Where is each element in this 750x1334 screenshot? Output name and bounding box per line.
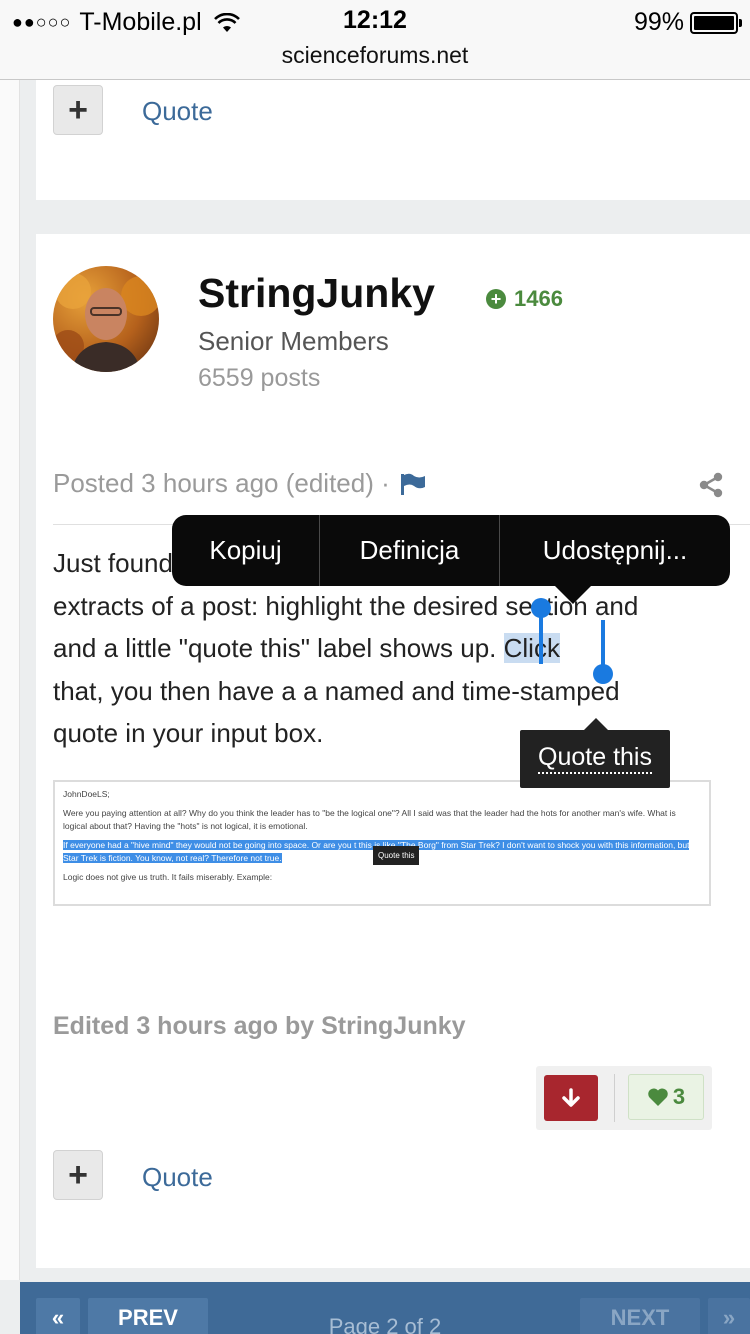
copy-menu-item[interactable]: Kopiuj: [172, 515, 319, 586]
pagination-bar: « PREV Page 2 of 2 NEXT »: [20, 1282, 750, 1334]
post-timestamp: Posted 3 hours ago (edited) ·: [53, 468, 426, 499]
next-page-button[interactable]: NEXT: [580, 1298, 700, 1334]
quote-this-label: Quote this: [538, 744, 652, 774]
selected-text[interactable]: Click: [503, 633, 560, 663]
avatar[interactable]: [53, 266, 159, 372]
shot-line: JohnDoeLS;: [63, 789, 110, 799]
quote-link[interactable]: Quote: [142, 96, 213, 127]
battery-icon: [690, 11, 742, 34]
arrow-down-icon: [562, 1088, 580, 1107]
quote-link[interactable]: Quote: [142, 1162, 213, 1193]
shot-line: Logic does not give us truth. It fails m…: [63, 872, 273, 882]
reactions-bar: 3: [536, 1066, 712, 1130]
shot-line: Were you paying attention at all? Why do…: [63, 808, 676, 831]
downvote-button[interactable]: [544, 1075, 598, 1121]
multiquote-add-button[interactable]: +: [53, 1150, 103, 1200]
post-count: 6559 posts: [198, 364, 321, 392]
battery-status: 99%: [633, 8, 742, 37]
page-gutter: [0, 80, 20, 1280]
reaction-separator: [614, 1074, 615, 1122]
post-line: and a little "quote this" label shows up…: [53, 627, 713, 670]
posted-label[interactable]: Posted 3 hours ago (edited) ·: [53, 468, 390, 499]
reputation-badge: + 1466: [486, 286, 563, 312]
edited-note: Edited 3 hours ago by StringJunky: [53, 1012, 466, 1040]
post-line: that, you then have a a named and time-s…: [53, 675, 620, 706]
quote-tooltip-pointer: [584, 718, 608, 730]
multiquote-add-button[interactable]: +: [53, 85, 103, 135]
battery-percent: 99%: [633, 8, 684, 36]
share-icon[interactable]: [698, 472, 724, 498]
selection-start-caret: [539, 606, 543, 664]
post-line-text: and a little "quote this" label shows up…: [53, 633, 504, 663]
author-name[interactable]: StringJunky: [198, 270, 435, 317]
like-count: 3: [672, 1084, 686, 1109]
last-page-button[interactable]: »: [708, 1298, 750, 1334]
menu-pointer: [555, 586, 591, 604]
previous-post-card: + Quote: [36, 80, 750, 200]
selection-end-caret: [601, 620, 605, 668]
battery-level: [694, 15, 734, 30]
quote-this-button[interactable]: Quote this: [520, 730, 670, 788]
post-line: extracts of a post: highlight the desire…: [53, 590, 639, 621]
define-menu-item[interactable]: Definicja: [319, 515, 499, 586]
text-selection-menu: Kopiuj Definicja Udostępnij...: [172, 515, 730, 586]
report-flag-icon[interactable]: [400, 473, 426, 495]
share-menu-item[interactable]: Udostępnij...: [499, 515, 730, 586]
reputation-count: 1466: [514, 286, 563, 311]
status-bar: ●●○○○ T-Mobile.pl 12:12 99% scienceforum…: [0, 0, 750, 80]
like-button[interactable]: 3: [628, 1074, 704, 1120]
embedded-screenshot: JohnDoeLS; Were you paying attention at …: [53, 780, 711, 906]
shot-quote-tip: Quote this: [373, 846, 420, 865]
address-bar-url[interactable]: scienceforums.net: [0, 42, 750, 69]
selection-end-handle[interactable]: [593, 664, 613, 684]
avatar-photo: [53, 273, 159, 372]
plus-circle-icon: +: [486, 289, 506, 309]
heart-icon: [648, 1088, 668, 1106]
member-group: Senior Members: [198, 326, 389, 356]
